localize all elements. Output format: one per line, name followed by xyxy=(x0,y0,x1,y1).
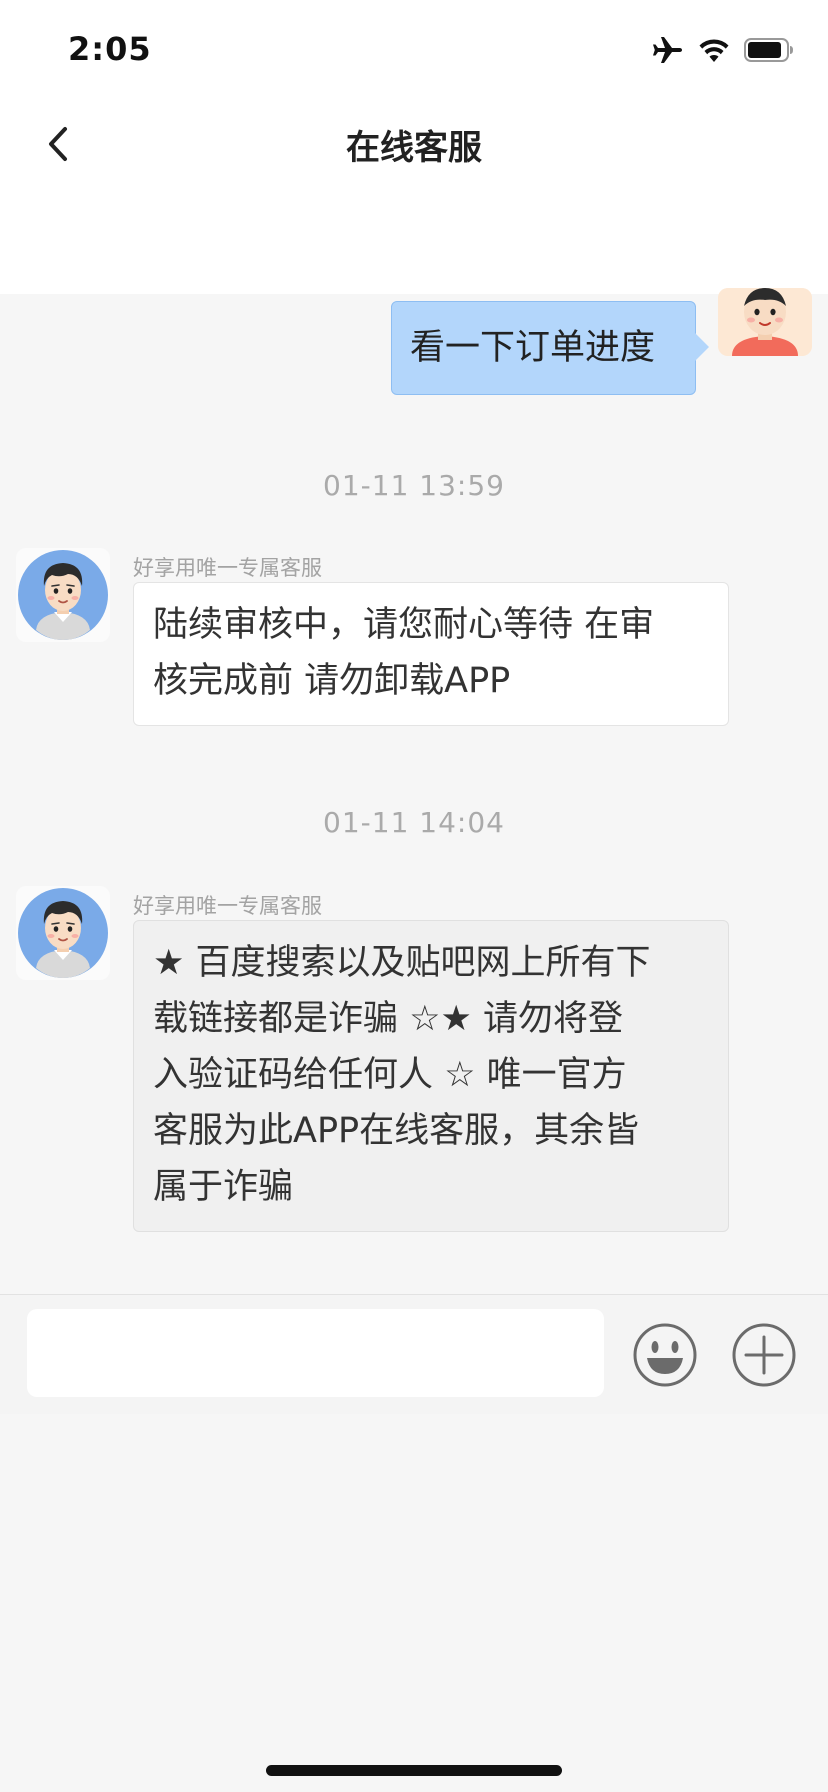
message-input[interactable] xyxy=(27,1309,604,1397)
message-line: 陆续审核中，请您耐心等待 在审 xyxy=(153,605,655,645)
sender-name: 好享用唯一专属客服 xyxy=(133,556,322,580)
message-line: 核完成前 请勿卸载APP xyxy=(153,661,511,701)
bubble-tail xyxy=(695,333,709,361)
message-bubble-user[interactable]: 看一下订单进度 xyxy=(391,301,696,395)
input-bar xyxy=(0,1294,828,1414)
home-indicator[interactable] xyxy=(266,1765,562,1776)
add-button[interactable] xyxy=(731,1322,797,1388)
agent-avatar[interactable] xyxy=(16,548,110,642)
message-line: 入验证码给任何人 ☆ 唯一官方 xyxy=(153,1055,627,1095)
message-line: 客服为此APP在线客服，其余皆 xyxy=(153,1111,640,1151)
sender-name: 好享用唯一专属客服 xyxy=(133,894,322,918)
message-timestamp: 01-11 14:04 xyxy=(323,806,505,839)
wifi-icon xyxy=(699,39,729,62)
nav-header: 在线客服 xyxy=(0,100,828,294)
status-bar: 2:05 xyxy=(0,0,828,100)
message-bubble-agent[interactable]: ★ 百度搜索以及贴吧网上所有下 载链接都是诈骗 ☆★ 请勿将登 入验证码给任何人… xyxy=(133,920,729,1232)
airplane-icon xyxy=(653,37,682,63)
page-title: 在线客服 xyxy=(346,128,482,168)
message-line: 载链接都是诈骗 ☆★ 请勿将登 xyxy=(153,999,624,1039)
plus-circle-icon xyxy=(732,1323,796,1387)
status-icons xyxy=(652,34,794,66)
agent-avatar-icon xyxy=(18,888,108,978)
message-bubble-agent[interactable]: 陆续审核中，请您耐心等待 在审 核完成前 请勿卸载APP xyxy=(133,582,729,726)
agent-avatar[interactable] xyxy=(16,886,110,980)
user-avatar[interactable] xyxy=(718,288,812,356)
user-avatar-icon xyxy=(718,288,812,356)
chat-area[interactable]: 看一下订单进度 01-11 13:59 好享用唯一专属客服 陆续审核中，请您耐心… xyxy=(0,288,828,1294)
agent-avatar-icon xyxy=(18,550,108,640)
message-timestamp: 01-11 13:59 xyxy=(323,469,505,502)
status-time: 2:05 xyxy=(68,30,152,68)
emoji-button[interactable] xyxy=(632,1322,698,1388)
message-line: ★ 百度搜索以及贴吧网上所有下 xyxy=(153,943,651,983)
battery-icon xyxy=(744,38,793,62)
smiley-icon xyxy=(633,1323,697,1387)
message-line: 属于诈骗 xyxy=(153,1167,294,1207)
